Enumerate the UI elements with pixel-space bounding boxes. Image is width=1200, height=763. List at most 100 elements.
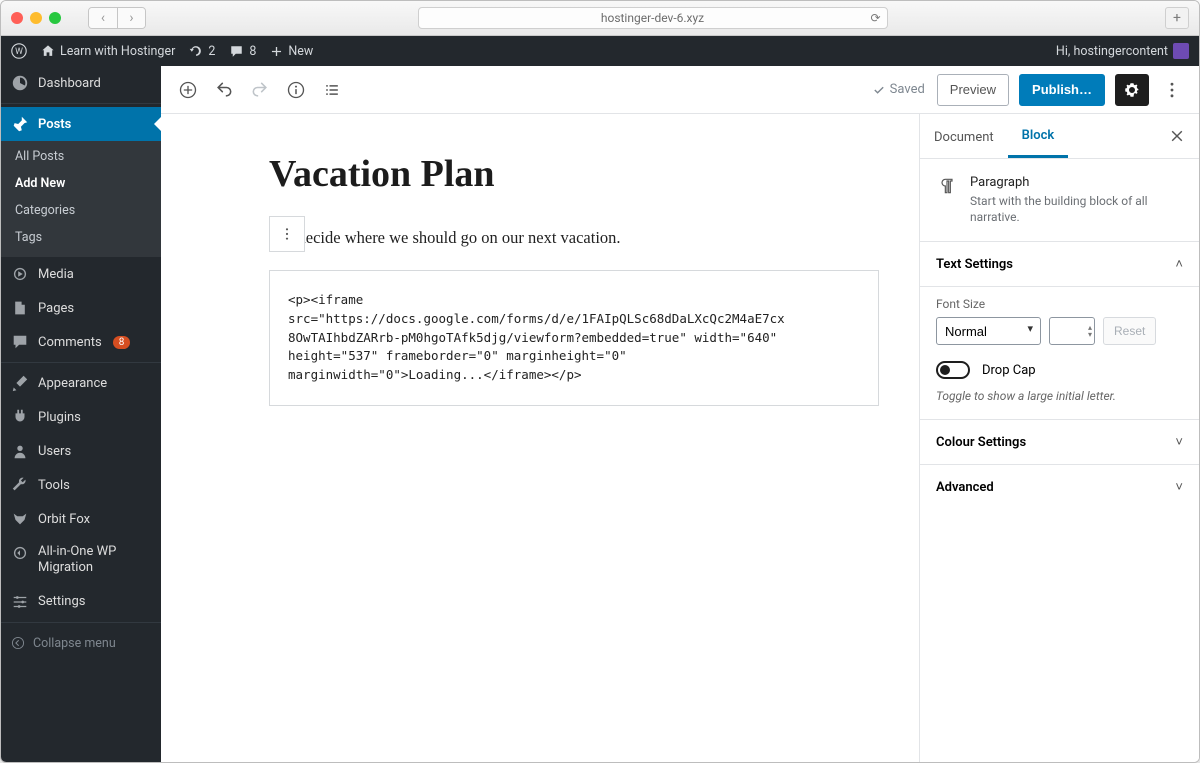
paragraph-block[interactable]: 's decide where we should go on our next… <box>269 224 879 252</box>
updates-link[interactable]: 2 <box>189 44 215 59</box>
text-settings-title: Text Settings <box>936 257 1013 272</box>
comment-icon <box>229 44 244 59</box>
home-icon <box>41 44 55 58</box>
menu-aio-migration[interactable]: All-in-One WP Migration <box>1 536 161 585</box>
menu-dashboard-label: Dashboard <box>38 76 101 91</box>
post-title[interactable]: Vacation Plan <box>269 152 879 196</box>
close-inspector-button[interactable] <box>1163 122 1191 150</box>
outline-button[interactable] <box>315 73 349 107</box>
html-block[interactable]: <p><iframe src="https://docs.google.com/… <box>269 270 879 406</box>
editor-canvas[interactable]: Vacation Plan 's decide where we should … <box>161 114 919 762</box>
back-button[interactable]: ‹ <box>89 8 117 28</box>
browser-titlebar: ‹ › hostinger-dev-6.xyz ⟳ + <box>1 1 1199 36</box>
maximize-window-icon[interactable] <box>49 12 61 24</box>
minimize-window-icon[interactable] <box>30 12 42 24</box>
reload-icon[interactable]: ⟳ <box>870 11 880 25</box>
drop-cap-label: Drop Cap <box>982 363 1036 378</box>
menu-appearance[interactable]: Appearance <box>1 366 161 400</box>
avatar-icon <box>1173 43 1189 59</box>
undo-button[interactable] <box>207 73 241 107</box>
drop-cap-toggle[interactable] <box>936 361 970 379</box>
info-button[interactable] <box>279 73 313 107</box>
chevron-down-icon: ˅ <box>1175 479 1183 495</box>
collapse-icon <box>11 636 25 650</box>
new-content-label: New <box>288 44 313 59</box>
close-icon <box>1169 128 1185 144</box>
advanced-title: Advanced <box>936 480 994 495</box>
submenu-categories[interactable]: Categories <box>1 197 161 224</box>
info-icon <box>286 80 306 100</box>
drop-cap-hint: Toggle to show a large initial letter. <box>936 389 1183 403</box>
kebab-icon <box>279 226 295 242</box>
greeting-label: Hi, hostingercontent <box>1056 44 1168 59</box>
wp-logo-icon[interactable]: W <box>11 43 27 59</box>
close-window-icon[interactable] <box>11 12 23 24</box>
menu-posts[interactable]: Posts <box>1 107 161 141</box>
new-content-link[interactable]: New <box>270 44 313 59</box>
browser-nav-buttons: ‹ › <box>88 7 146 29</box>
text-settings-panel: Font Size Normal ▴▾ Reset <box>920 287 1199 420</box>
dashboard-icon <box>11 74 29 92</box>
traffic-lights <box>11 12 61 24</box>
menu-settings-label: Settings <box>38 594 85 609</box>
reset-button[interactable]: Reset <box>1103 317 1156 345</box>
menu-posts-label: Posts <box>38 117 71 132</box>
preview-button[interactable]: Preview <box>937 74 1009 106</box>
menu-comments[interactable]: Comments 8 <box>1 325 161 359</box>
advanced-panel-toggle[interactable]: Advanced ˅ <box>920 465 1199 509</box>
comments-link[interactable]: 8 <box>229 44 256 59</box>
site-name-link[interactable]: Learn with Hostinger <box>41 44 175 59</box>
menu-pages-label: Pages <box>38 301 74 316</box>
plug-icon <box>11 408 29 426</box>
comment-icon <box>11 333 29 351</box>
menu-settings[interactable]: Settings <box>1 585 161 619</box>
chevron-down-icon: ˅ <box>1175 434 1183 450</box>
menu-plugins-label: Plugins <box>38 410 81 425</box>
new-tab-button[interactable]: + <box>1165 7 1189 29</box>
site-name-label: Learn with Hostinger <box>60 44 175 59</box>
redo-button[interactable] <box>243 73 277 107</box>
plus-icon <box>270 45 283 58</box>
brush-icon <box>11 374 29 392</box>
menu-aio-label: All-in-One WP Migration <box>38 544 151 577</box>
comments-count: 8 <box>249 44 256 59</box>
menu-users[interactable]: Users <box>1 434 161 468</box>
font-size-select[interactable]: Normal <box>936 317 1041 345</box>
publish-button[interactable]: Publish… <box>1019 74 1105 106</box>
block-editor: Saved Preview Publish… Vacation Plan <box>161 66 1199 762</box>
editor-toolbar: Saved Preview Publish… <box>161 66 1199 114</box>
collapse-menu[interactable]: Collapse menu <box>1 626 161 661</box>
number-stepper-icon[interactable]: ▴▾ <box>1088 324 1092 338</box>
chevron-up-icon: ˄ <box>1175 256 1183 272</box>
fox-icon <box>11 510 29 528</box>
migration-icon <box>11 544 29 562</box>
submenu-all-posts[interactable]: All Posts <box>1 143 161 170</box>
menu-tools[interactable]: Tools <box>1 468 161 502</box>
submenu-tags[interactable]: Tags <box>1 224 161 251</box>
url-bar[interactable]: hostinger-dev-6.xyz ⟳ <box>418 7 888 29</box>
menu-plugins[interactable]: Plugins <box>1 400 161 434</box>
settings-toggle-button[interactable] <box>1115 74 1149 106</box>
account-link[interactable]: Hi, hostingercontent <box>1056 43 1189 59</box>
add-block-button[interactable] <box>171 73 205 107</box>
forward-button[interactable]: › <box>117 8 145 28</box>
posts-submenu: All Posts Add New Categories Tags <box>1 141 161 257</box>
comments-badge: 8 <box>113 336 131 349</box>
kebab-icon <box>1162 80 1182 100</box>
menu-pages[interactable]: Pages <box>1 291 161 325</box>
page-icon <box>11 299 29 317</box>
text-settings-panel-toggle[interactable]: Text Settings ˄ <box>920 242 1199 287</box>
menu-dashboard[interactable]: Dashboard <box>1 66 161 100</box>
menu-media[interactable]: Media <box>1 257 161 291</box>
block-card: Paragraph Start with the building block … <box>920 159 1199 242</box>
block-drag-handle[interactable] <box>269 216 305 252</box>
tab-block[interactable]: Block <box>1008 114 1069 158</box>
tab-document[interactable]: Document <box>920 116 1008 157</box>
wrench-icon <box>11 476 29 494</box>
more-options-button[interactable] <box>1155 73 1189 107</box>
submenu-add-new[interactable]: Add New <box>1 170 161 197</box>
block-description: Start with the building block of all nar… <box>970 194 1183 225</box>
menu-orbitfox[interactable]: Orbit Fox <box>1 502 161 536</box>
menu-users-label: Users <box>38 444 71 459</box>
colour-settings-panel-toggle[interactable]: Colour Settings ˅ <box>920 420 1199 465</box>
